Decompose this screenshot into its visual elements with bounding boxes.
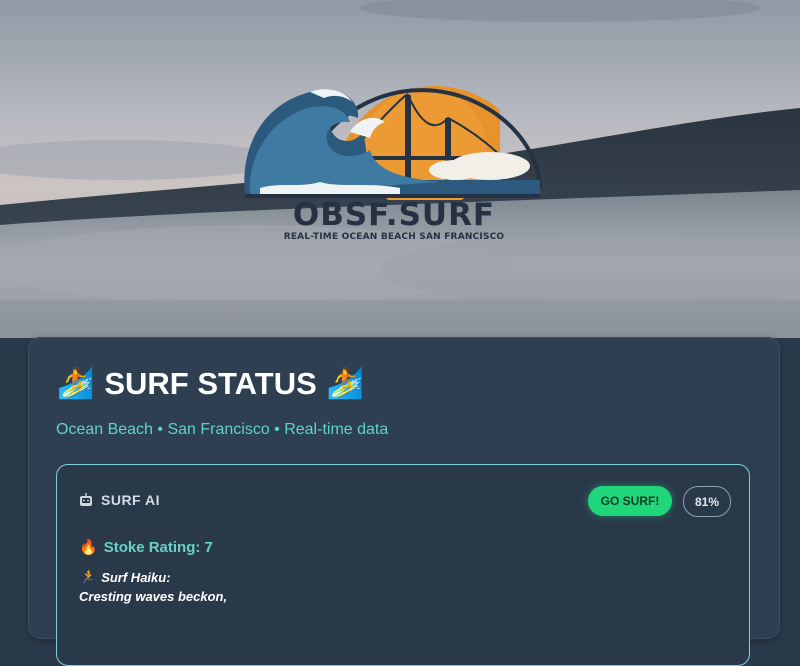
stoke-rating-text: Stoke Rating: 7 bbox=[103, 538, 213, 556]
surf-haiku-heading: 🏃 Surf Haiku: bbox=[79, 569, 171, 585]
surf-ai-panel: SURF AI GO SURF! 81% 🔥 Stoke Rating: 7 🏃… bbox=[56, 464, 750, 666]
wave-bridge-emblem bbox=[244, 85, 542, 212]
surf-ai-label: SURF AI bbox=[101, 492, 160, 508]
runner-icon: 🏃 bbox=[79, 569, 96, 584]
haiku-line: Cresting waves beckon, bbox=[79, 589, 228, 604]
surf-haiku-label: Surf Haiku: bbox=[101, 569, 171, 585]
surf-ai-header: SURF AI bbox=[79, 492, 160, 508]
go-surf-badge[interactable]: GO SURF! bbox=[588, 486, 672, 516]
confidence-badge: 81% bbox=[683, 486, 731, 517]
site-logo[interactable]: OBSF.SURF REAL-TIME OCEAN BEACH SAN FRAN… bbox=[240, 70, 550, 250]
status-title-text: SURF STATUS bbox=[104, 366, 317, 401]
surfer-icon: 🏄 bbox=[57, 367, 95, 400]
logo-subtitle: REAL-TIME OCEAN BEACH SAN FRANCISCO bbox=[283, 232, 505, 242]
robot-icon bbox=[80, 493, 92, 506]
stoke-rating: 🔥 Stoke Rating: 7 bbox=[79, 538, 213, 557]
surf-status-card: 🏄 SURF STATUS 🏄 Ocean Beach • San Franci… bbox=[28, 337, 780, 666]
page-title: 🏄 SURF STATUS 🏄 bbox=[57, 364, 364, 404]
logo-title: OBSF.SURF bbox=[292, 197, 496, 233]
hero-banner: OBSF.SURF REAL-TIME OCEAN BEACH SAN FRAN… bbox=[0, 0, 800, 338]
surfer-icon: 🏄 bbox=[326, 367, 365, 400]
fire-icon: 🔥 bbox=[79, 539, 98, 556]
location-subtitle: Ocean Beach • San Francisco • Real-time … bbox=[56, 421, 389, 438]
